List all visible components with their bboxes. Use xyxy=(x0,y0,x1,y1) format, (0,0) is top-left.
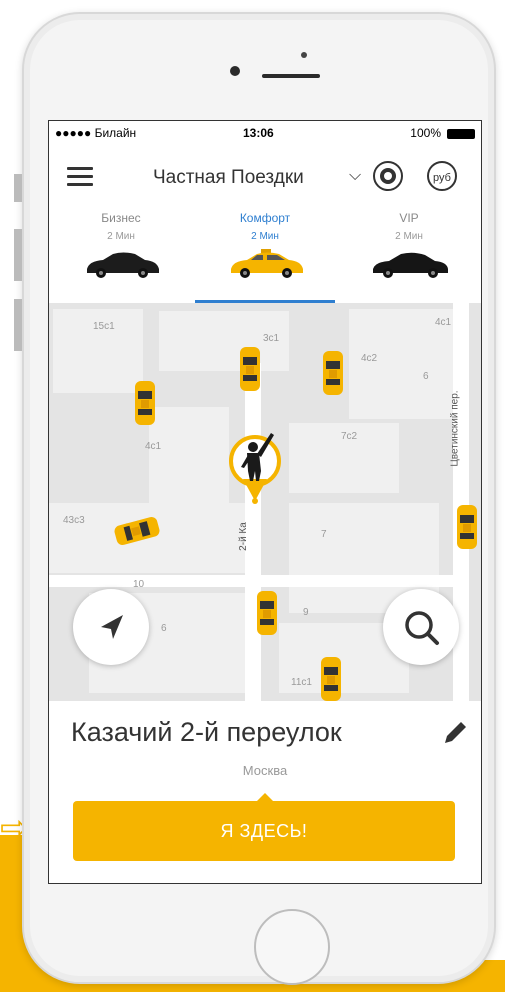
map-label: 4с2 xyxy=(361,353,378,364)
tariff-eta: 2 Мин xyxy=(395,231,423,242)
tariff-name: Бизнес xyxy=(101,211,141,225)
map-label: 6 xyxy=(423,371,429,382)
map-label: 4с1 xyxy=(435,317,452,328)
map-label: 11с1 xyxy=(291,677,312,688)
taxi-car-icon xyxy=(321,657,341,701)
map-label: 7 xyxy=(321,529,327,540)
map-label: 3с1 xyxy=(263,333,280,344)
tariff-tab-business[interactable]: Бизнес 2 Мин xyxy=(49,205,193,303)
tariff-tab-vip[interactable]: VIP 2 Мин xyxy=(337,205,481,303)
map-label: 7с2 xyxy=(341,431,358,442)
address-panel: Казачий 2-й переулок Москва Я ЗДЕСЬ! xyxy=(49,701,481,883)
my-location-button[interactable] xyxy=(73,589,149,665)
proximity-sensor xyxy=(301,52,307,58)
taxi-car-icon xyxy=(457,505,477,549)
menu-icon[interactable] xyxy=(67,167,93,187)
black-sedan-icon xyxy=(87,252,159,278)
map-label: 15с1 xyxy=(93,321,115,332)
taxi-car-icon xyxy=(257,591,277,635)
battery-icon xyxy=(447,129,475,139)
carrier-name: ●●●●● Билайн xyxy=(55,126,137,140)
chevron-down-icon[interactable]: ⌵ xyxy=(349,167,361,185)
map-label: 9 xyxy=(303,607,309,618)
black-luxury-car-icon xyxy=(373,252,448,278)
volume-down-button xyxy=(14,299,22,351)
tariff-eta: 2 Мин xyxy=(251,231,279,242)
yellow-taxi-icon xyxy=(231,249,303,278)
mute-switch xyxy=(14,174,22,202)
tariff-tabs: Бизнес 2 Мин Комфорт 2 Мин VIP 2 Мин xyxy=(49,205,481,304)
search-icon xyxy=(405,611,439,645)
pickup-city: Москва xyxy=(242,763,288,778)
street-label: 2-й Ка xyxy=(237,522,249,551)
volume-up-button xyxy=(14,229,22,281)
promo-badge-icon[interactable] xyxy=(373,161,403,191)
home-button[interactable] xyxy=(254,909,330,985)
payment-currency-button[interactable]: руб xyxy=(427,161,457,191)
taxi-car-icon xyxy=(323,351,343,395)
tariff-name: Комфорт xyxy=(239,211,291,225)
map-label: 4с1 xyxy=(145,441,162,452)
confirm-pickup-button[interactable]: Я ЗДЕСЬ! xyxy=(73,801,455,861)
map-block xyxy=(149,407,229,507)
app-header: Частная Поездки ⌵ руб xyxy=(49,151,481,203)
cross-road xyxy=(49,575,453,587)
front-camera xyxy=(230,66,240,76)
tariff-tab-comfort[interactable]: Комфорт 2 Мин xyxy=(193,205,337,303)
tariff-eta: 2 Мин xyxy=(107,231,135,242)
pencil-edit-icon[interactable] xyxy=(441,719,469,747)
pickup-address[interactable]: Казачий 2-й переулок xyxy=(71,717,342,748)
clock: 13:06 xyxy=(243,126,274,140)
app-screen: ●●●●● Билайн 13:06 100% Частная Поездки … xyxy=(48,120,482,884)
battery-percent: 100% xyxy=(410,126,441,140)
earpiece-speaker xyxy=(262,74,320,78)
map-label: 43с3 xyxy=(63,515,85,526)
search-button[interactable] xyxy=(383,589,459,665)
tariff-name: VIP xyxy=(399,211,419,225)
pickup-location-pin-icon[interactable] xyxy=(227,421,283,509)
taxi-car-icon xyxy=(135,381,155,425)
taxi-car-icon xyxy=(240,347,260,391)
status-bar: ●●●●● Билайн 13:06 100% xyxy=(49,121,481,145)
side-street-label: Цветинский пер. xyxy=(449,390,461,467)
navigation-arrow-icon xyxy=(101,615,123,639)
map-view[interactable]: 15с1 3с1 4с1 4с2 6 4с1 7с2 43с3 7 10 6 9… xyxy=(49,303,481,701)
ride-type-title[interactable]: Частная Поездки xyxy=(153,167,304,189)
map-label: 6 xyxy=(161,623,167,634)
